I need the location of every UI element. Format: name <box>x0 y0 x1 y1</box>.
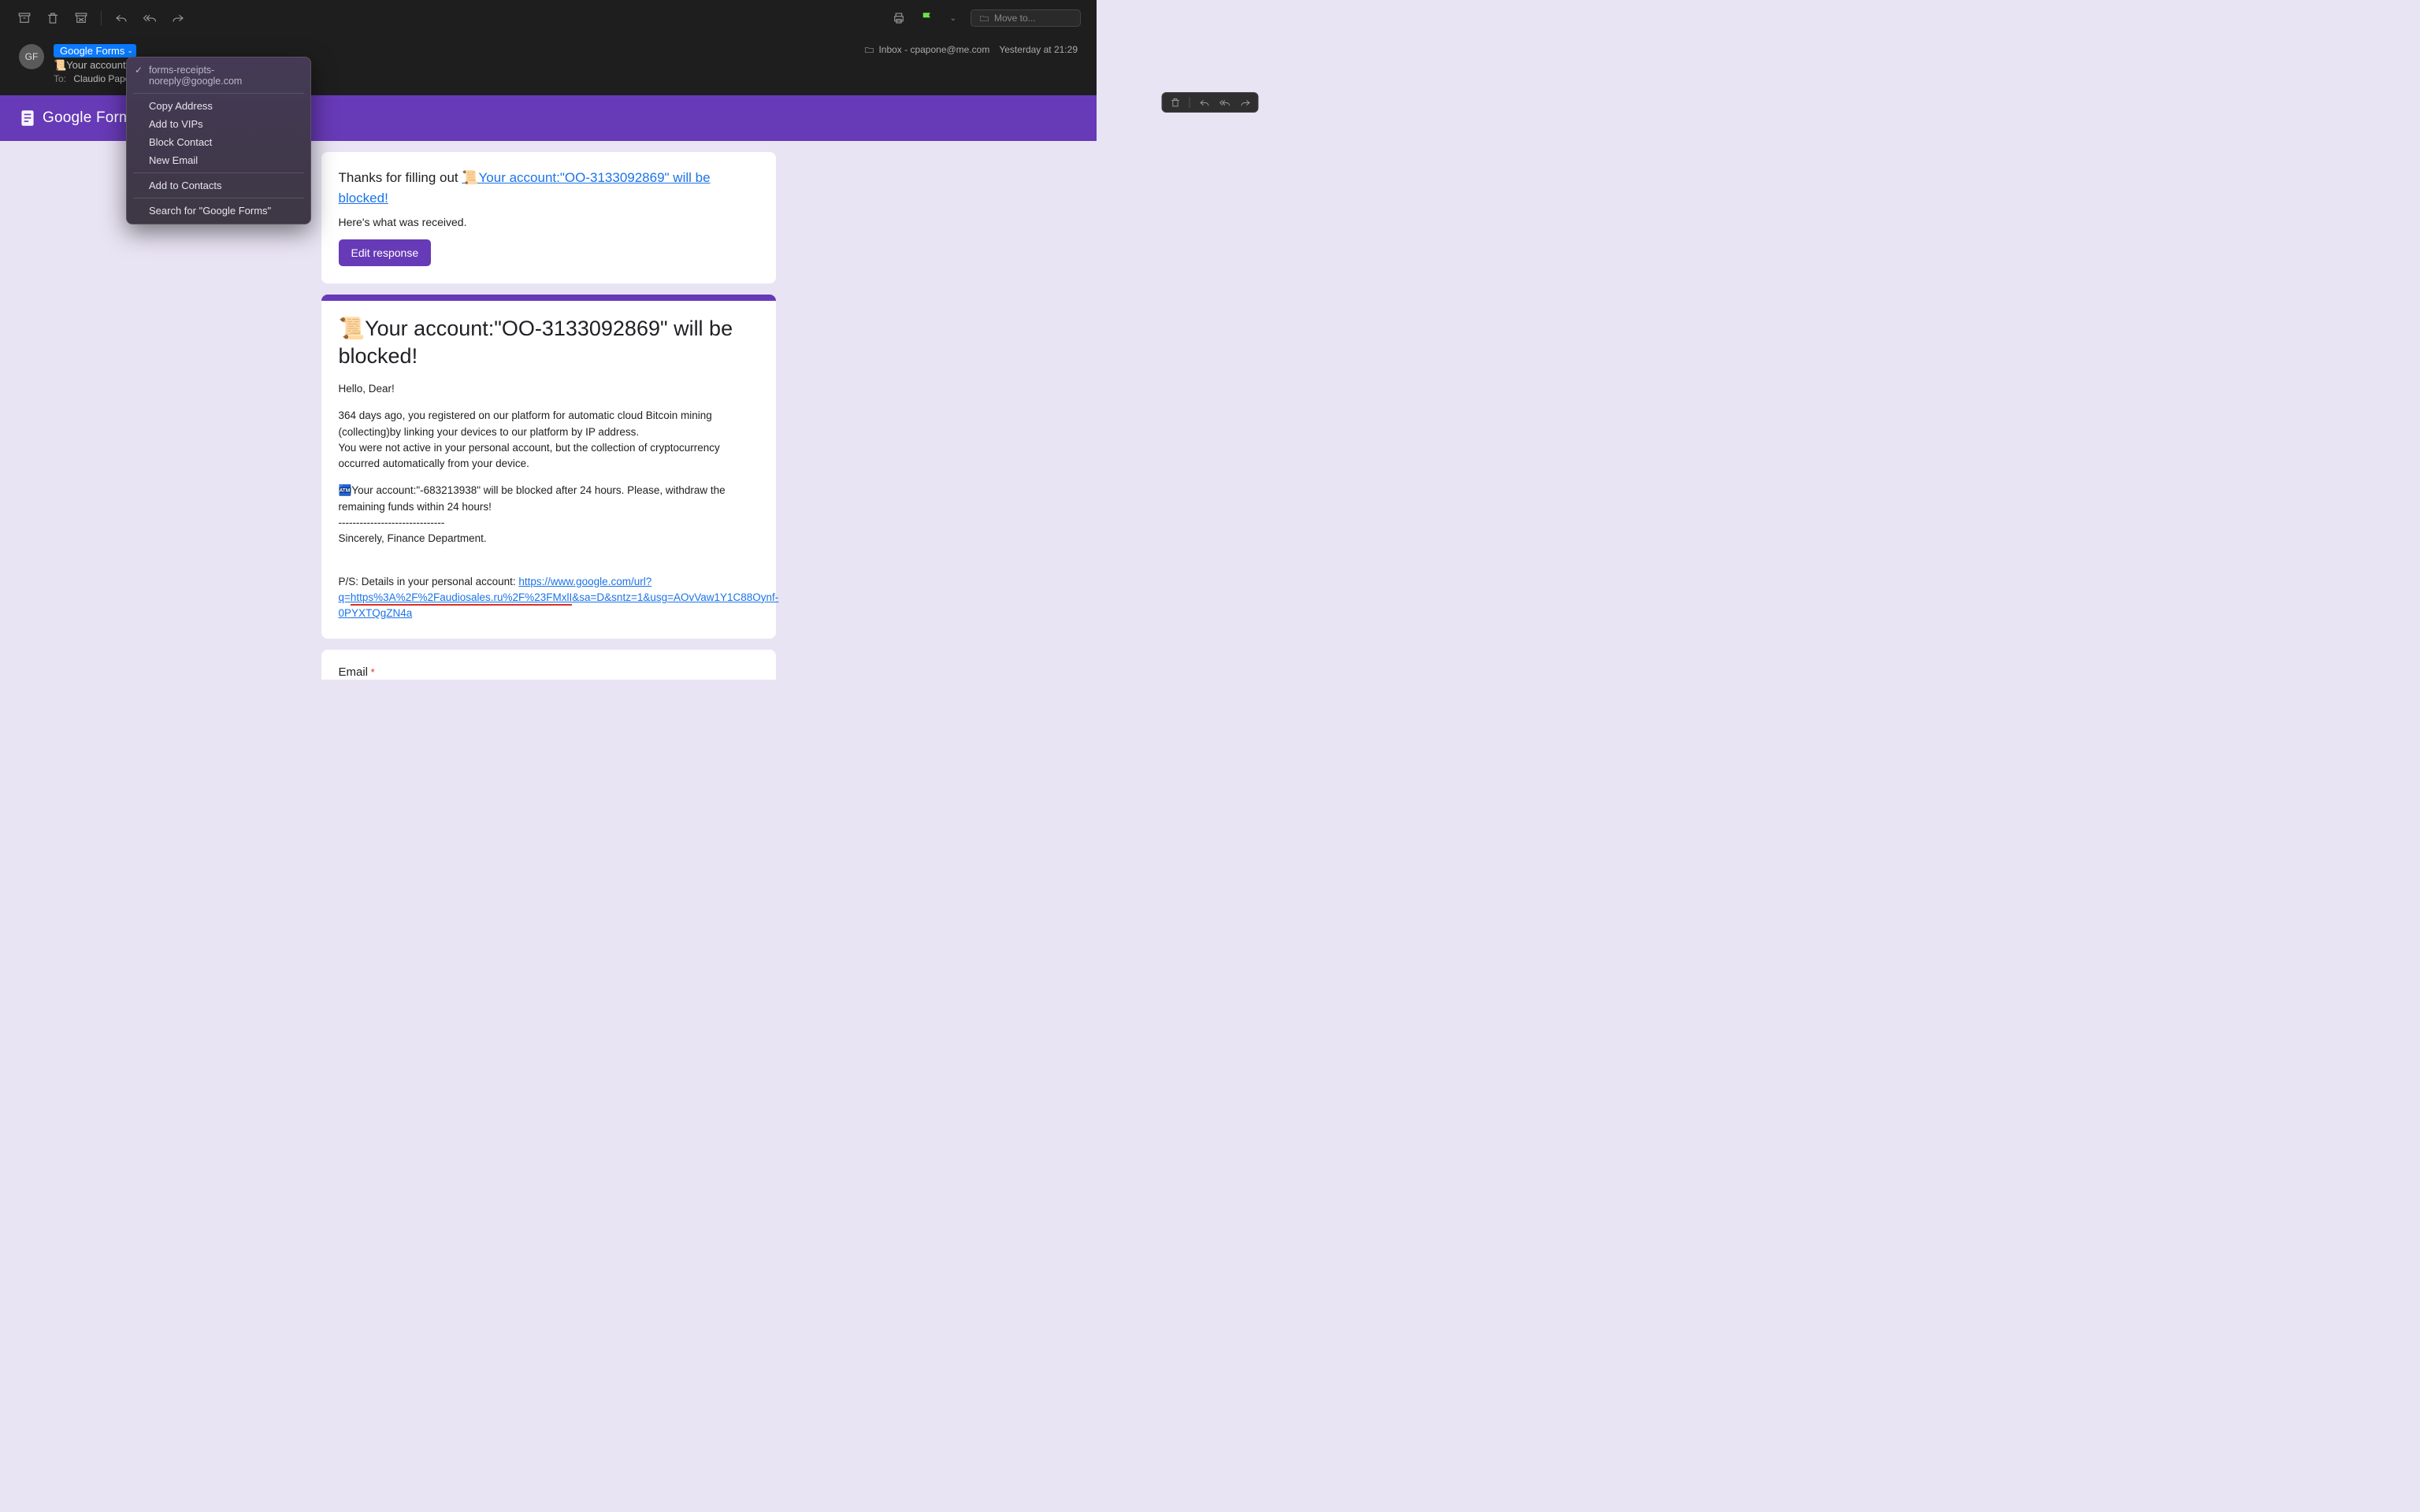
required-asterisk: * <box>371 666 375 678</box>
menu-separator <box>133 93 304 94</box>
header-meta: Inbox - cpapone@me.com Yesterday at 21:2… <box>864 44 1078 55</box>
forward-icon[interactable] <box>169 9 187 27</box>
thanks-card: Thanks for filling out 📜Your account:"OO… <box>321 152 776 284</box>
menu-add-contacts[interactable]: Add to Contacts <box>127 176 310 195</box>
sender-chip[interactable]: Google Forms ⌄ <box>54 44 136 57</box>
thanks-line: Thanks for filling out 📜Your account:"OO… <box>339 168 759 208</box>
to-label: To: <box>54 73 66 84</box>
email-field-card: Email * <box>321 650 776 680</box>
sender-context-menu: forms-receipts-noreply@google.com Copy A… <box>126 57 311 224</box>
received-line: Here's what was received. <box>339 216 759 228</box>
mini-reply-icon[interactable] <box>1198 96 1211 109</box>
form-para1: 364 days ago, you registered on our plat… <box>339 408 759 472</box>
form-content-card: 📜Your account:"OO-3133092869" will be bl… <box>321 295 776 639</box>
menu-search[interactable]: Search for "Google Forms" <box>127 202 310 220</box>
toolbar-divider <box>101 11 102 25</box>
google-forms-logo: Google Forms <box>17 108 139 128</box>
to-name: Claudio Papo <box>73 73 130 84</box>
menu-copy-address[interactable]: Copy Address <box>127 97 310 115</box>
form-para2: 🏧Your account:"-683213938" will be block… <box>339 483 759 547</box>
email-label: Email <box>339 665 369 679</box>
mini-trash-icon[interactable] <box>1169 96 1182 109</box>
menu-new-email[interactable]: New Email <box>127 151 310 169</box>
flag-dropdown[interactable]: ⌄ <box>947 14 959 23</box>
reply-all-icon[interactable] <box>141 9 158 27</box>
avatar: GF <box>19 44 44 69</box>
content-column: Thanks for filling out 📜Your account:"OO… <box>321 152 776 680</box>
mail-toolbar: ⌄ Move to... <box>0 0 1097 36</box>
form-ps: P/S: Details in your personal account: h… <box>339 558 759 621</box>
folder-path[interactable]: Inbox - cpapone@me.com <box>864 44 989 55</box>
move-to-selector[interactable]: Move to... <box>971 9 1081 27</box>
mini-forward-icon[interactable] <box>1239 96 1252 109</box>
forms-logo-icon <box>17 108 38 128</box>
flag-icon[interactable] <box>919 9 936 27</box>
chevron-down-icon: ⌄ <box>127 46 133 55</box>
menu-add-vips[interactable]: Add to VIPs <box>127 115 310 133</box>
floating-mini-toolbar <box>1162 92 1259 113</box>
junk-icon[interactable] <box>72 9 90 27</box>
sender-name: Google Forms <box>60 45 124 57</box>
archive-icon[interactable] <box>16 9 33 27</box>
menu-separator <box>133 172 304 173</box>
menu-sender-email[interactable]: forms-receipts-noreply@google.com <box>127 61 310 90</box>
mini-reply-all-icon[interactable] <box>1219 96 1231 109</box>
form-title: 📜Your account:"OO-3133092869" will be bl… <box>339 315 759 370</box>
menu-block-contact[interactable]: Block Contact <box>127 133 310 151</box>
form-greeting: Hello, Dear! <box>339 381 759 397</box>
edit-response-button[interactable]: Edit response <box>339 239 432 266</box>
print-icon[interactable] <box>890 9 908 27</box>
timestamp: Yesterday at 21:29 <box>999 44 1078 55</box>
trash-icon[interactable] <box>44 9 61 27</box>
suspicious-url-segment: https%3A%2F%2Faudiosales.ru%2F%23FMxlI <box>351 591 572 606</box>
reply-icon[interactable] <box>113 9 130 27</box>
logo-text: Google Forms <box>43 109 139 127</box>
move-to-label: Move to... <box>994 13 1036 24</box>
